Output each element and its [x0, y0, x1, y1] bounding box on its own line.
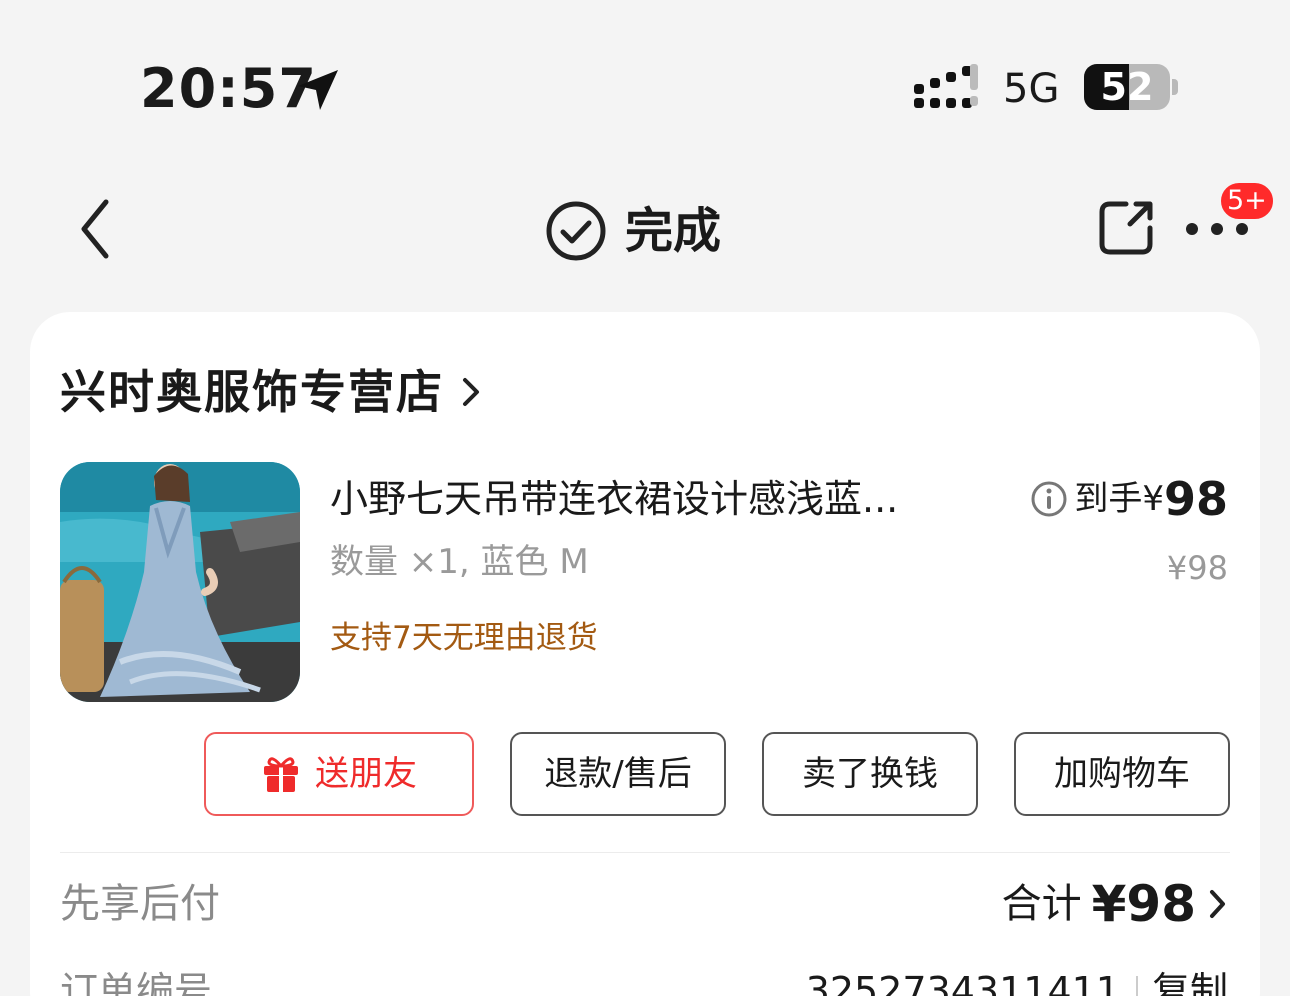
order-number-label: 订单编号 [60, 969, 213, 996]
refund-button[interactable]: 退款/售后 [510, 732, 726, 816]
gift-icon [264, 757, 298, 792]
page-title: 完成 [625, 203, 722, 259]
total-label: 合计 [1001, 881, 1082, 927]
gift-friend-label: 送朋友 [315, 754, 417, 794]
product-spec: 数量 ×1, 蓝色 M [330, 542, 589, 582]
network-label: 5G [1003, 66, 1060, 112]
info-icon[interactable] [1030, 480, 1068, 518]
battery-indicator: 52 [1084, 64, 1170, 110]
divider [60, 852, 1230, 853]
final-price[interactable]: 到手¥ 98 [1030, 472, 1228, 526]
chevron-right-icon [463, 378, 479, 406]
price-value: 98 [1163, 472, 1228, 526]
signal-icon [914, 64, 978, 108]
price-prefix: 到手¥ [1074, 479, 1164, 519]
back-chevron-icon[interactable] [74, 196, 118, 262]
order-status: 完成 [545, 198, 721, 264]
pay-later-label: 先享后付 [60, 881, 220, 927]
total-value: ¥98 [1091, 875, 1196, 933]
check-circle-icon [546, 201, 606, 261]
copy-button[interactable]: 复制 [1152, 964, 1228, 996]
battery-cap [1172, 79, 1178, 95]
gift-friend-button[interactable]: 送朋友 [204, 732, 474, 816]
message-badge: 5+ [1218, 180, 1276, 222]
battery-percent: 52 [1100, 65, 1154, 109]
resell-button[interactable]: 卖了换钱 [762, 732, 978, 816]
chevron-right-icon [1210, 890, 1225, 918]
order-detail-page: 20:57 5G 52 完成 5+ 兴时奥服饰专营店 小野七天吊带连衣裙设计感浅… [0, 0, 1290, 996]
share-icon[interactable] [1096, 198, 1156, 258]
return-policy: 支持7天无理由退货 [330, 620, 598, 656]
separator [1136, 976, 1138, 996]
store-name: 兴时奥服饰专营店 [60, 365, 444, 419]
add-to-cart-button[interactable]: 加购物车 [1014, 732, 1230, 816]
product-title[interactable]: 小野七天吊带连衣裙设计感浅蓝... [330, 472, 970, 526]
store-link[interactable]: 兴时奥服饰专营店 [60, 360, 482, 424]
status-time: 20:57 [140, 57, 317, 120]
order-number: 3252734311411 [805, 969, 1120, 996]
product-image[interactable] [60, 462, 300, 702]
order-total[interactable]: 合计 ¥98 [1002, 872, 1228, 936]
location-arrow-icon [298, 70, 338, 110]
original-price: ¥98 [1166, 549, 1228, 587]
order-card: 兴时奥服饰专营店 小野七天吊带连衣裙设计感浅蓝... 数量 ×1, 蓝色 M 支… [30, 312, 1260, 996]
